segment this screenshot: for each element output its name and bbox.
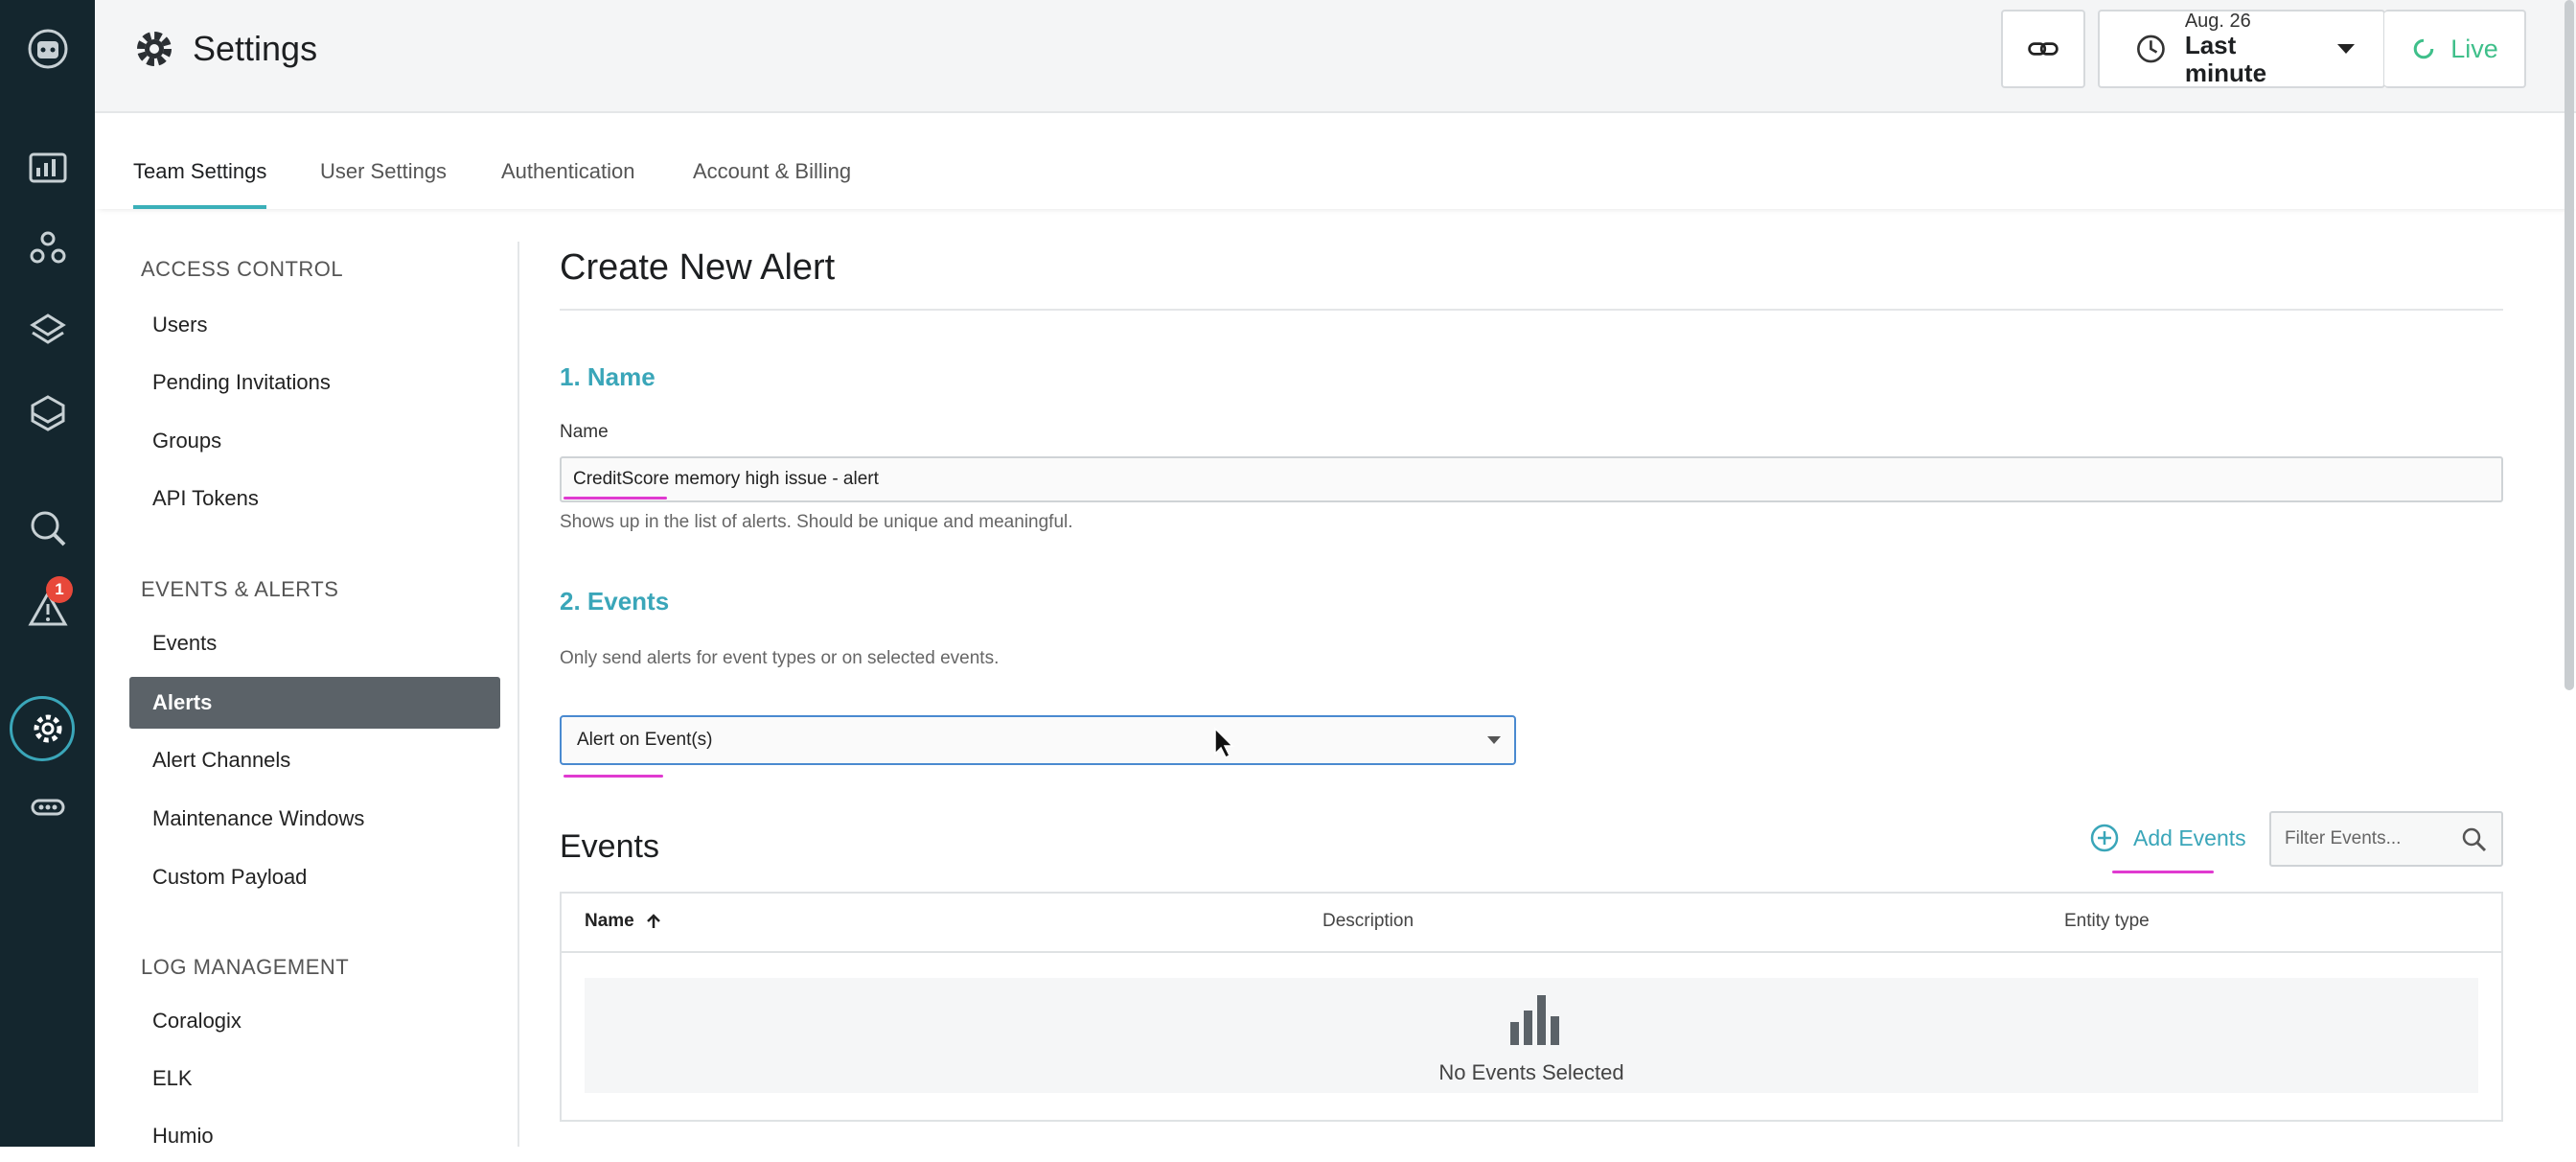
time-range-picker[interactable]: Aug. 26 Last minute [2098, 10, 2385, 88]
time-range-label: Last minute [2184, 31, 2267, 87]
column-entity-type-header[interactable]: Entity type [2064, 911, 2150, 932]
analytics-search-icon[interactable] [0, 497, 95, 560]
sort-ascending-icon [646, 914, 660, 928]
title-divider [560, 309, 2503, 311]
settings-sidebar: ACCESS CONTROL Users Pending Invitations… [95, 242, 519, 1148]
search-icon[interactable] [2461, 826, 2488, 853]
gear-icon [137, 32, 172, 66]
infrastructure-icon[interactable] [0, 299, 95, 362]
empty-state-text: No Events Selected [1438, 1060, 1624, 1084]
nav-section-access-control: ACCESS CONTROL [141, 257, 344, 281]
sidebar-item-groups[interactable]: Groups [129, 415, 500, 467]
annotation-underline [564, 497, 667, 500]
sidebar-item-api-tokens[interactable]: API Tokens [129, 473, 500, 524]
form-title: Create New Alert [560, 247, 836, 288]
add-events-label: Add Events [2133, 825, 2246, 850]
sidebar-item-pending-invitations[interactable]: Pending Invitations [129, 357, 500, 408]
step-events-heading: 2. Events [560, 587, 670, 616]
column-name-header[interactable]: Name [585, 911, 663, 932]
column-description-header[interactable]: Description [1322, 911, 1414, 932]
alert-mode-select[interactable]: Alert on Event(s) [560, 715, 1516, 765]
time-date: Aug. 26 [2184, 11, 2251, 33]
sidebar-item-events[interactable]: Events [129, 617, 500, 669]
column-name-label: Name [585, 911, 634, 931]
live-button[interactable]: Live [2384, 10, 2526, 88]
nav-section-events-alerts: EVENTS & ALERTS [141, 577, 339, 601]
sidebar-item-elk[interactable]: ELK [129, 1053, 500, 1104]
dashboard-icon[interactable] [0, 136, 95, 199]
alert-mode-value: Alert on Event(s) [577, 730, 713, 750]
chevron-down-icon [2337, 44, 2355, 54]
tab-account-billing[interactable]: Account & Billing [693, 159, 851, 205]
bar-chart-icon [1510, 995, 1559, 1045]
filter-events-input[interactable]: Filter Events... [2269, 811, 2503, 867]
events-section-title: Events [560, 828, 659, 865]
events-table: Name Description Entity type No Events S… [560, 892, 2503, 1122]
mouse-cursor-icon [1214, 727, 1234, 759]
events-hint: Only send alerts for event types or on s… [560, 648, 1000, 668]
settings-tabs: Team Settings User Settings Authenticati… [95, 113, 2576, 209]
annotation-underline [2112, 871, 2214, 873]
sidebar-item-humio[interactable]: Humio [129, 1110, 500, 1162]
sidebar-item-maintenance-windows[interactable]: Maintenance Windows [129, 793, 500, 845]
layers-icon[interactable] [0, 382, 95, 445]
refresh-icon [2413, 38, 2434, 59]
table-header: Name Description Entity type [562, 894, 2501, 953]
settings-gear-icon[interactable] [0, 697, 95, 760]
filter-placeholder: Filter Events... [2285, 828, 2402, 848]
live-label: Live [2450, 34, 2498, 63]
link-icon [2028, 42, 2058, 56]
sidebar-item-users[interactable]: Users [129, 299, 500, 351]
page-scrollbar[interactable] [2564, 0, 2574, 690]
name-field-label: Name [560, 422, 609, 442]
clock-icon [2137, 35, 2165, 63]
chevron-down-icon [1487, 736, 1501, 744]
page-header: Settings Aug. 26 Last minute Live [95, 0, 2576, 113]
add-circle-icon [2090, 824, 2119, 852]
sidebar-item-coralogix[interactable]: Coralogix [129, 995, 500, 1047]
alerts-badge: 1 [46, 576, 73, 603]
robot-logo-icon[interactable] [0, 17, 95, 81]
sidebar-item-custom-payload[interactable]: Custom Payload [129, 851, 500, 903]
annotation-underline [564, 775, 663, 778]
tab-team-settings[interactable]: Team Settings [133, 159, 267, 209]
sidebar-item-alerts[interactable]: Alerts [129, 677, 500, 729]
page-title-text: Settings [193, 29, 318, 68]
empty-state: No Events Selected [585, 978, 2478, 1093]
alert-name-input[interactable] [560, 456, 2503, 502]
page-title: Settings [133, 25, 317, 73]
tab-user-settings[interactable]: User Settings [320, 159, 447, 205]
icon-rail: 1 [0, 0, 95, 1147]
services-icon[interactable] [0, 217, 95, 280]
add-events-button[interactable]: Add Events [2089, 823, 2246, 853]
sidebar-item-alert-channels[interactable]: Alert Channels [129, 734, 500, 786]
name-field-hint: Shows up in the list of alerts. Should b… [560, 512, 1073, 532]
more-icon[interactable] [0, 776, 95, 839]
copy-link-button[interactable] [2001, 10, 2085, 88]
tab-authentication[interactable]: Authentication [501, 159, 634, 205]
nav-section-log-management: LOG MANAGEMENT [141, 955, 350, 979]
step-name-heading: 1. Name [560, 362, 656, 391]
